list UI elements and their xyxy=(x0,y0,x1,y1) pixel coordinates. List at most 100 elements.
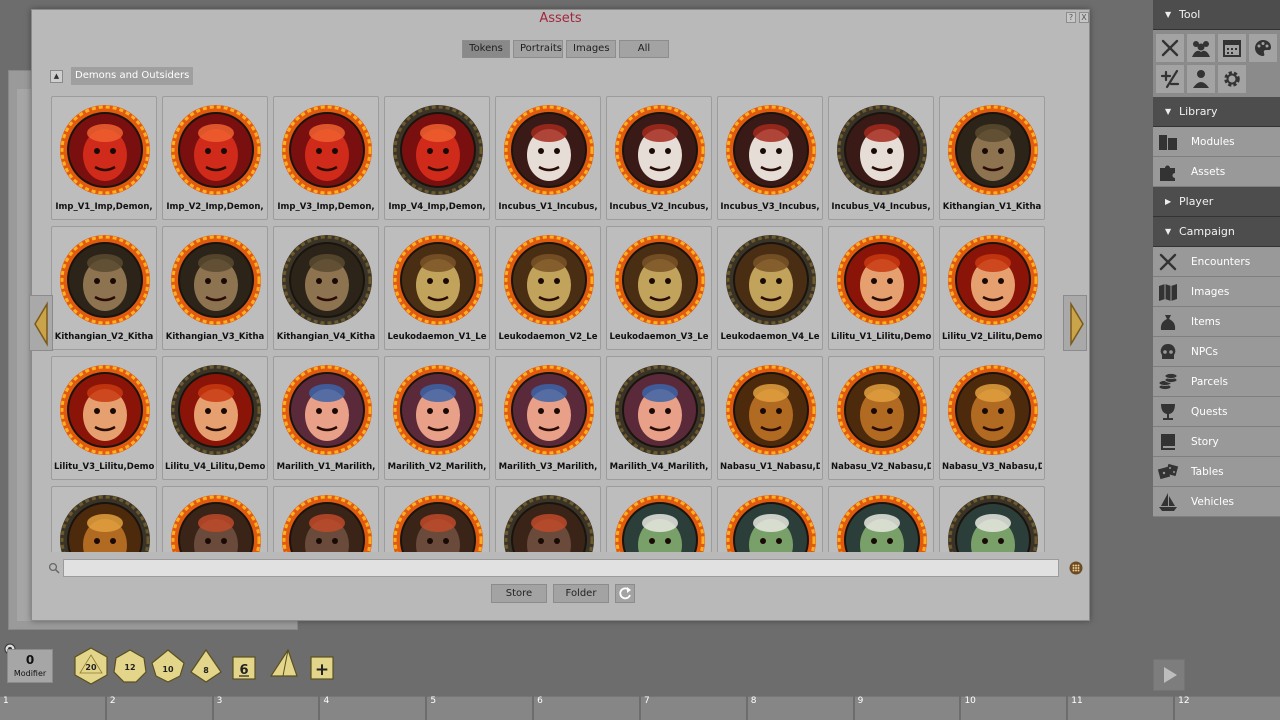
token-tile[interactable]: Incubus_V1_Incubus, xyxy=(495,96,601,220)
sidebar-item-images[interactable]: Images xyxy=(1153,277,1280,307)
token-tile[interactable]: Marilith_V4_Marilith, xyxy=(606,356,712,480)
hotkey-slot[interactable]: 1 xyxy=(0,696,105,720)
sidebar-item-tables[interactable]: Tables xyxy=(1153,457,1280,487)
sidebar-item-vehicles[interactable]: Vehicles xyxy=(1153,487,1280,517)
token-tile[interactable]: Incubus_V2_Incubus, xyxy=(606,96,712,220)
tool-section-header[interactable]: ▼ Tool xyxy=(1153,0,1280,30)
sidebar-item-story[interactable]: Story xyxy=(1153,427,1280,457)
incubus-token-icon xyxy=(615,105,705,195)
filter-images-button[interactable]: Images xyxy=(566,40,616,58)
token-tile[interactable]: Lilitu_V1_Lilitu,Demo xyxy=(828,226,934,350)
token-tile[interactable]: Kithangian_V1_Kitha xyxy=(939,96,1045,220)
token-tile[interactable] xyxy=(717,486,823,552)
token-tile[interactable] xyxy=(162,486,268,552)
play-button[interactable] xyxy=(1153,659,1185,691)
help-button[interactable]: ? xyxy=(1066,12,1076,23)
gear-icon[interactable] xyxy=(1217,64,1247,94)
token-tile[interactable]: Imp_V1_Imp,Demon, xyxy=(51,96,157,220)
token-tile[interactable] xyxy=(51,486,157,552)
boar-token-icon xyxy=(393,495,483,552)
hotkey-slot[interactable]: 9 xyxy=(854,696,960,720)
modifier-icon[interactable] xyxy=(1155,64,1185,94)
palette-icon[interactable] xyxy=(1248,33,1278,63)
sidebar-item-npcs[interactable]: NPCs xyxy=(1153,337,1280,367)
token-tile[interactable]: Lilitu_V2_Lilitu,Demo xyxy=(939,226,1045,350)
token-tile[interactable]: Lilitu_V3_Lilitu,Demo xyxy=(51,356,157,480)
token-tile[interactable]: Imp_V2_Imp,Demon, xyxy=(162,96,268,220)
filter-portraits-button[interactable]: Portraits xyxy=(513,40,563,58)
token-tile[interactable]: Kithangian_V2_Kitha xyxy=(51,226,157,350)
token-tile[interactable]: Imp_V4_Imp,Demon, xyxy=(384,96,490,220)
hotkey-slot[interactable]: 12 xyxy=(1175,696,1280,720)
calendar-icon[interactable] xyxy=(1217,33,1247,63)
grid-dots-icon[interactable] xyxy=(1069,561,1083,575)
close-button[interactable]: X xyxy=(1079,12,1089,23)
hotkey-slot[interactable]: 6 xyxy=(534,696,639,720)
token-tile[interactable] xyxy=(828,486,934,552)
modifier-box[interactable]: 0 Modifier xyxy=(7,649,53,683)
token-tile[interactable]: Leukodaemon_V1_Le xyxy=(384,226,490,350)
library-section-header[interactable]: ▼ Library xyxy=(1153,97,1280,127)
sidebar-item-modules[interactable]: Modules xyxy=(1153,127,1280,157)
previous-page-button[interactable] xyxy=(29,295,53,351)
store-button[interactable]: Store xyxy=(491,584,547,603)
group-label[interactable]: Demons and Outsiders xyxy=(71,67,194,85)
d6-die[interactable]: 6 xyxy=(230,654,258,682)
token-tile[interactable]: Lilitu_V4_Lilitu,Demo xyxy=(162,356,268,480)
token-tile[interactable] xyxy=(939,486,1045,552)
d12-die[interactable]: 12 xyxy=(112,648,148,684)
d20-die[interactable]: 20 xyxy=(72,646,110,686)
puzzle-icon xyxy=(1155,159,1181,185)
token-tile[interactable] xyxy=(606,486,712,552)
swords-icon[interactable] xyxy=(1155,33,1185,63)
hotkey-slot[interactable]: 5 xyxy=(427,696,533,720)
token-tile[interactable]: Leukodaemon_V4_Le xyxy=(717,226,823,350)
sidebar-item-assets[interactable]: Assets xyxy=(1153,157,1280,187)
campaign-section-header[interactable]: ▼ Campaign xyxy=(1153,217,1280,247)
token-tile[interactable]: Marilith_V1_Marilith, xyxy=(273,356,379,480)
hotkey-slot[interactable]: 7 xyxy=(640,696,746,720)
d10-die[interactable]: 10 xyxy=(150,648,186,684)
player-header-label: Player xyxy=(1179,195,1214,208)
token-tile[interactable]: Incubus_V4_Incubus, xyxy=(828,96,934,220)
hotkey-number: 11 xyxy=(1071,696,1083,706)
d8-die[interactable]: 8 xyxy=(188,648,224,684)
imp-token-icon xyxy=(60,105,150,195)
token-tile[interactable] xyxy=(384,486,490,552)
token-tile[interactable]: Nabasu_V1_Nabasu,D xyxy=(717,356,823,480)
filter-all-button[interactable]: All xyxy=(619,40,669,58)
token-tile[interactable] xyxy=(495,486,601,552)
token-tile[interactable]: Leukodaemon_V2_Le xyxy=(495,226,601,350)
sidebar-item-quests[interactable]: Quests xyxy=(1153,397,1280,427)
folder-button[interactable]: Folder xyxy=(553,584,609,603)
hotkey-slot[interactable]: 8 xyxy=(747,696,853,720)
party-icon[interactable] xyxy=(1186,33,1216,63)
token-tile[interactable]: Imp_V3_Imp,Demon, xyxy=(273,96,379,220)
character-icon[interactable] xyxy=(1186,64,1216,94)
search-input[interactable] xyxy=(63,559,1059,577)
refresh-button[interactable] xyxy=(615,584,635,603)
hotkey-slot[interactable]: 10 xyxy=(961,696,1067,720)
token-tile[interactable]: Nabasu_V3_Nabasu,D xyxy=(939,356,1045,480)
hotkey-slot[interactable]: 4 xyxy=(320,696,426,720)
filter-tokens-button[interactable]: Tokens xyxy=(462,40,510,58)
hotkey-slot[interactable]: 11 xyxy=(1068,696,1174,720)
sidebar-item-encounters[interactable]: Encounters xyxy=(1153,247,1280,277)
token-tile[interactable]: Marilith_V3_Marilith, xyxy=(495,356,601,480)
sidebar-item-items[interactable]: Items xyxy=(1153,307,1280,337)
sidebar-item-parcels[interactable]: Parcels xyxy=(1153,367,1280,397)
token-tile[interactable]: Kithangian_V4_Kitha xyxy=(273,226,379,350)
token-tile[interactable]: Marilith_V2_Marilith, xyxy=(384,356,490,480)
token-tile[interactable] xyxy=(273,486,379,552)
token-tile[interactable]: Leukodaemon_V3_Le xyxy=(606,226,712,350)
hotkey-slot[interactable]: 2 xyxy=(106,696,212,720)
d4-die[interactable] xyxy=(266,648,300,682)
token-tile[interactable]: Incubus_V3_Incubus, xyxy=(717,96,823,220)
token-tile[interactable]: Kithangian_V3_Kitha xyxy=(162,226,268,350)
next-page-button[interactable] xyxy=(1063,295,1087,351)
custom-die-button[interactable]: + xyxy=(308,654,336,682)
player-section-header[interactable]: ▶ Player xyxy=(1153,187,1280,217)
triangle-up-icon[interactable]: ▲ xyxy=(50,69,63,83)
hotkey-slot[interactable]: 3 xyxy=(213,696,319,720)
token-tile[interactable]: Nabasu_V2_Nabasu,D xyxy=(828,356,934,480)
